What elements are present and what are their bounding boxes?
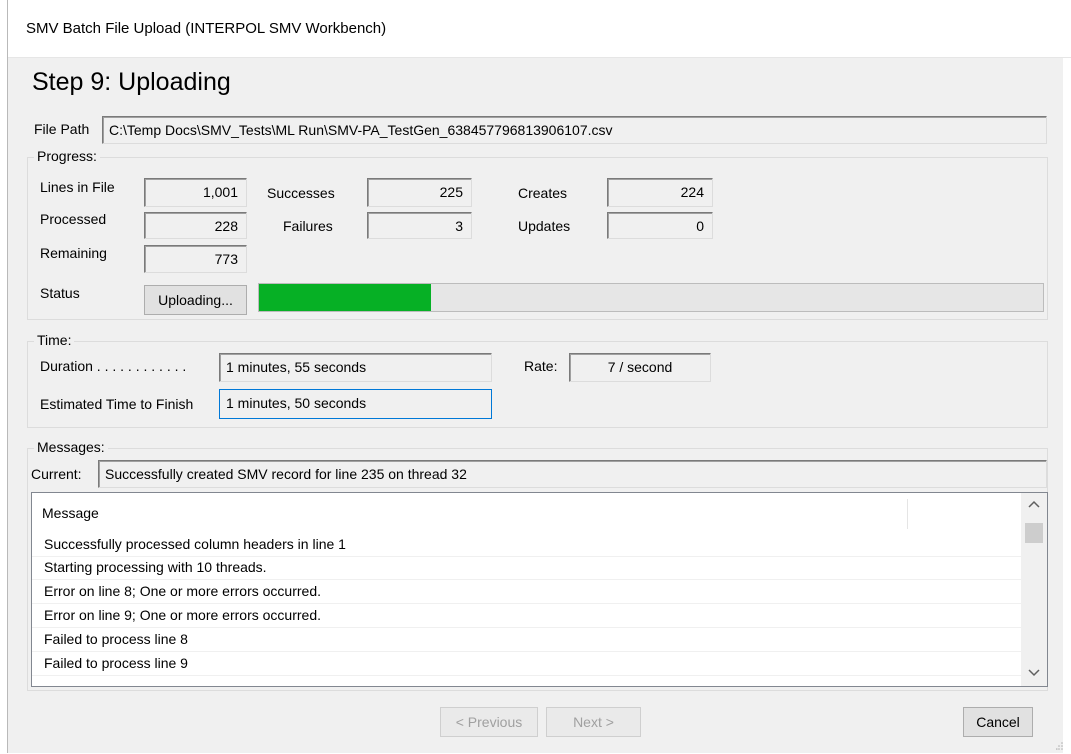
window-title: SMV Batch File Upload (INTERPOL SMV Work… xyxy=(26,20,387,37)
successes-value: 225 xyxy=(367,178,472,207)
messages-scrollbar[interactable] xyxy=(1021,493,1047,686)
status-label: Status xyxy=(40,285,80,301)
title-bar[interactable]: SMV Batch File Upload (INTERPOL SMV Work… xyxy=(8,0,1071,58)
duration-value: 1 minutes, 55 seconds xyxy=(219,353,492,382)
list-item[interactable]: Successfully processed column headers in… xyxy=(32,533,1039,557)
rate-label: Rate: xyxy=(524,358,558,374)
time-group xyxy=(27,341,1048,428)
remaining-label: Remaining xyxy=(40,245,107,261)
upload-progress-fill xyxy=(259,284,432,311)
next-button[interactable]: Next > xyxy=(546,707,641,737)
status-uploading-button[interactable]: Uploading... xyxy=(144,285,247,315)
scroll-down-icon[interactable] xyxy=(1028,665,1040,681)
duration-label: Duration . . . . . . . . . . . . xyxy=(40,358,187,374)
remaining-value: 773 xyxy=(144,245,247,273)
successes-label: Successes xyxy=(267,185,335,201)
list-item[interactable]: Failed to process line 8 xyxy=(32,628,1039,652)
creates-label: Creates xyxy=(518,185,568,201)
messages-list[interactable]: Message Successfully processed column he… xyxy=(31,492,1048,687)
file-path-field[interactable]: C:\Temp Docs\SMV_Tests\ML Run\SMV-PA_Tes… xyxy=(102,116,1047,144)
updates-label: Updates xyxy=(518,218,571,234)
list-item[interactable]: Failed to process line 9 xyxy=(32,652,1039,676)
message-column-header[interactable]: Message xyxy=(42,505,99,521)
messages-group-label: Messages: xyxy=(34,439,108,455)
cancel-button[interactable]: Cancel xyxy=(963,707,1033,737)
scroll-up-icon[interactable] xyxy=(1028,499,1040,512)
progress-group-label: Progress: xyxy=(34,148,100,164)
list-item[interactable]: Starting processing with 10 threads. xyxy=(32,556,1039,580)
resize-grip-icon[interactable] xyxy=(1056,738,1064,750)
previous-button[interactable]: < Previous xyxy=(440,707,538,737)
list-item-partial xyxy=(32,676,1039,686)
rate-value: 7 / second xyxy=(569,353,711,382)
failures-value: 3 xyxy=(367,212,472,239)
failures-label: Failures xyxy=(283,218,333,234)
list-header: Message xyxy=(32,493,910,530)
updates-value: 0 xyxy=(607,212,713,239)
processed-value: 228 xyxy=(144,212,247,239)
eta-label: Estimated Time to Finish xyxy=(40,396,194,412)
column-divider xyxy=(907,499,908,529)
current-message-label: Current: xyxy=(31,466,82,482)
current-message-field: Successfully created SMV record for line… xyxy=(98,460,1047,488)
lines-in-file-value: 1,001 xyxy=(144,178,247,207)
eta-value[interactable]: 1 minutes, 50 seconds xyxy=(219,389,492,419)
file-path-label: File Path xyxy=(34,121,90,137)
step-title: Step 9: Uploading xyxy=(32,68,231,96)
list-item[interactable]: Error on line 9; One or more errors occu… xyxy=(32,604,1039,628)
list-item[interactable]: Error on line 8; One or more errors occu… xyxy=(32,580,1039,604)
scroll-thumb[interactable] xyxy=(1025,523,1043,543)
processed-label: Processed xyxy=(40,211,107,227)
upload-progress-bar xyxy=(258,283,1044,312)
lines-in-file-label: Lines in File xyxy=(40,179,115,195)
time-group-label: Time: xyxy=(34,332,75,348)
creates-value: 224 xyxy=(607,178,713,207)
